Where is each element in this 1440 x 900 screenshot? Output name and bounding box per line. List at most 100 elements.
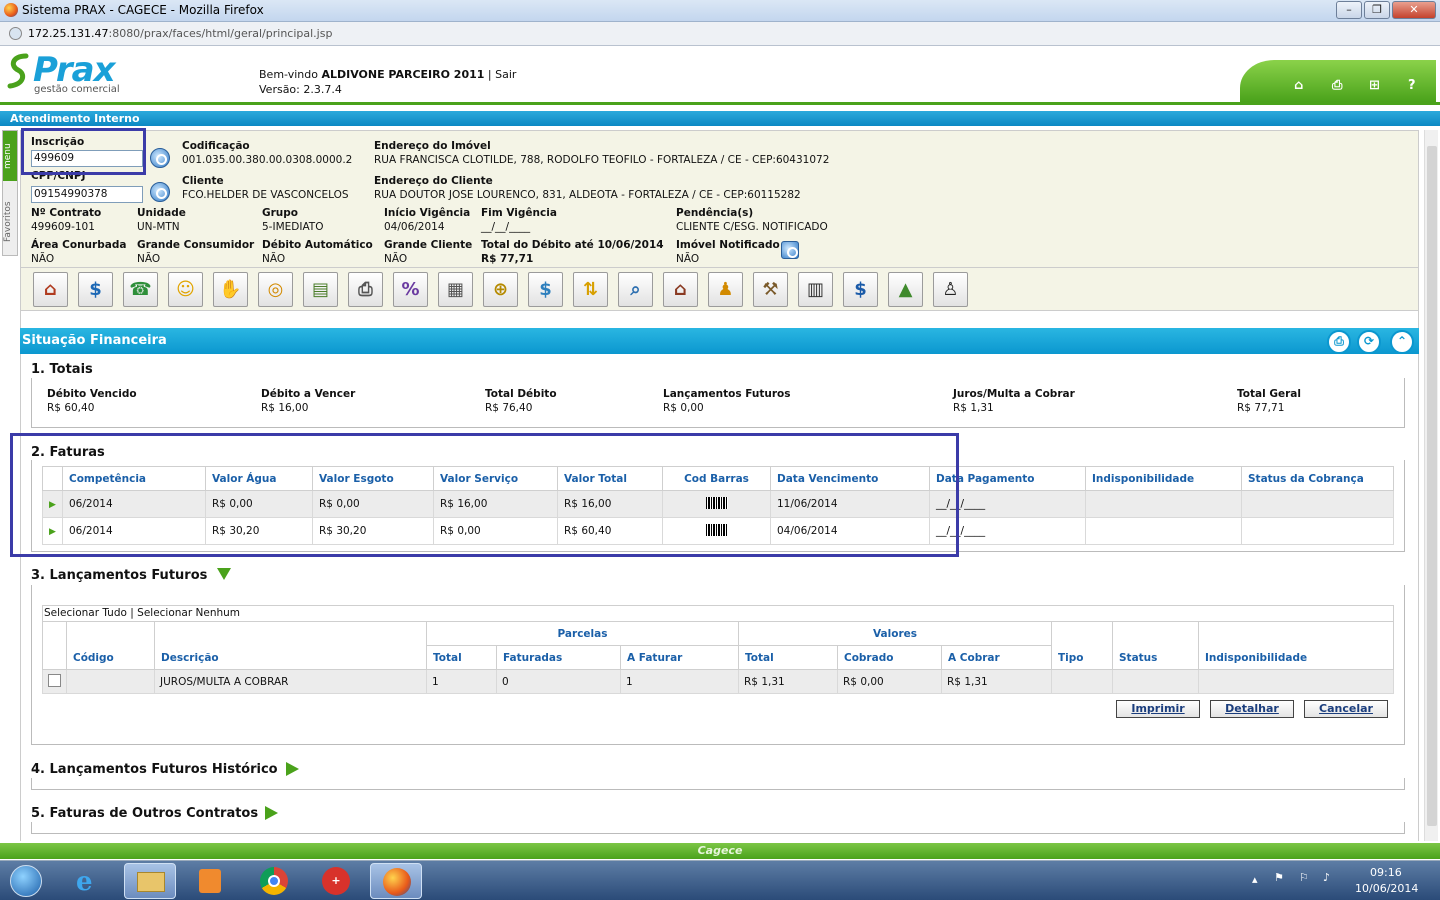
logout-link[interactable]: Sair	[495, 68, 516, 81]
select-all-link[interactable]: Selecionar Tudo	[44, 607, 127, 619]
percent-icon[interactable]: %	[393, 272, 428, 307]
search-inscricao-icon[interactable]	[150, 148, 170, 168]
network-icon[interactable]: ⚑	[1274, 871, 1284, 884]
coins-add-icon[interactable]: ⊕	[483, 272, 518, 307]
select-none-link[interactable]: Selecionar Nenhum	[137, 607, 240, 619]
debito-automatico-label: Débito Automático	[262, 239, 373, 251]
money-bills-icon[interactable]: ▤	[303, 272, 338, 307]
brand-tagline: gestão comercial	[34, 84, 120, 95]
menu-tab[interactable]: menu	[3, 131, 17, 181]
faturas-col-header[interactable]: Indisponibilidade	[1085, 466, 1242, 491]
sitemap-icon[interactable]: ⊞	[1369, 78, 1380, 93]
outros-box	[31, 822, 1405, 834]
cash-register-icon[interactable]: ⎙	[348, 272, 383, 307]
totais-value: R$ 16,00	[261, 402, 309, 414]
home-icon[interactable]: ⌂	[1294, 78, 1303, 93]
hand-money-icon[interactable]: ✋	[213, 272, 248, 307]
collapse-icon[interactable]: ⌃	[1390, 330, 1414, 354]
lancamentos-table: Código Descrição Parcelas Valores Tipo S…	[42, 621, 1394, 694]
transfer-arrows-icon[interactable]: ⇅	[573, 272, 608, 307]
clock-date: 10/06/2014	[1355, 882, 1419, 895]
internet-explorer-icon[interactable]: e	[64, 863, 116, 899]
lancamentos-body: JUROS/MULTA A COBRAR 1 0 1 R$ 1,31 R$ 0,00 R$ …	[42, 669, 1394, 694]
globe-icon	[9, 27, 22, 40]
house-icon[interactable]: ⌂	[33, 272, 68, 307]
imprimir-button[interactable]: Imprimir	[1116, 700, 1200, 718]
restore-button[interactable]: ❐	[1364, 1, 1390, 19]
chart-money-icon[interactable]: ▲	[888, 272, 923, 307]
calculator-money-icon[interactable]: ▥	[798, 272, 833, 307]
print-icon[interactable]: ⎙	[1327, 330, 1351, 354]
start-button-icon[interactable]	[2, 863, 52, 899]
vertical-scrollbar[interactable]	[1424, 130, 1438, 841]
side-tabs: menu Favoritos	[2, 130, 18, 256]
faturas-col-header[interactable]: Status da Cobrança	[1241, 466, 1394, 491]
help-icon[interactable]: ?	[1408, 78, 1416, 93]
col-codigo: Código	[66, 621, 155, 670]
lancamento-row[interactable]: JUROS/MULTA A COBRAR 1 0 1 R$ 1,31 R$ 0,00 R$ …	[42, 669, 1394, 694]
cpf-input[interactable]: 09154990378	[31, 186, 143, 203]
detalhar-button[interactable]: Detalhar	[1210, 700, 1294, 718]
lancamento-cell: 1	[620, 669, 739, 694]
action-toolbar: ⌂ $ ☎ ☺ ✋ ◎ ▤ ⎙% ▦ ⊕ $ ⇅ ⌕ ⌂ ♟ ⚒ ▥ $ ▲ ♙	[20, 268, 1419, 311]
auction-hammer-icon[interactable]: ⚒	[753, 272, 788, 307]
antivirus-icon[interactable]: +	[310, 863, 362, 899]
search-cpf-icon[interactable]	[150, 182, 170, 202]
welcome-prefix: Bem-vindo	[259, 68, 322, 81]
refresh-icon[interactable]: ⟳	[1357, 330, 1381, 354]
file-explorer-icon[interactable]	[124, 863, 176, 899]
historico-title[interactable]: 4. Lançamentos Futuros Histórico	[31, 762, 278, 777]
close-button[interactable]: ✕	[1392, 1, 1436, 19]
col-cobrado: Cobrado	[837, 645, 942, 670]
bank-icon[interactable]: ⌂	[663, 272, 698, 307]
media-player-icon[interactable]	[184, 863, 236, 899]
collapsed-arrow-icon[interactable]	[265, 806, 278, 820]
totais-label: Lançamentos Futuros	[663, 388, 791, 400]
financial-situation-bar: Situação Financeira	[20, 328, 1419, 354]
dollar-icon[interactable]: $	[78, 272, 113, 307]
area-conurbada-label: Área Conurbada	[31, 239, 127, 251]
col-tipo: Tipo	[1051, 621, 1113, 670]
person-money-icon[interactable]: ♙	[933, 272, 968, 307]
smiley-headset-icon[interactable]: ☺	[168, 272, 203, 307]
grande-consumidor-value: NÃO	[137, 253, 161, 265]
firefox-taskbar-icon[interactable]	[370, 863, 422, 899]
endereco-cliente-label: Endereço do Cliente	[374, 175, 493, 187]
chrome-icon[interactable]	[248, 863, 300, 899]
outros-contratos-title[interactable]: 5. Faturas de Outros Contratos	[31, 806, 258, 821]
header-actions: ⌂ ⎙ ⊞ ?	[1240, 60, 1436, 102]
money-bag-icon[interactable]: $	[528, 272, 563, 307]
show-hidden-icons[interactable]: ▴	[1252, 873, 1258, 886]
windows-taskbar: e + ▴ ⚑ ⚐ ♪ 09:16 10/06/2014	[0, 860, 1440, 900]
dollar-badge-icon[interactable]: $	[843, 272, 878, 307]
favorites-tab[interactable]: Favoritos	[3, 187, 17, 257]
notification-detail-icon[interactable]	[781, 241, 799, 259]
welcome-separator: |	[484, 68, 496, 81]
address-bar[interactable]: 172.25.131.47:8080/prax/faces/html/geral…	[0, 22, 1440, 46]
firefox-icon	[4, 3, 18, 17]
col-indisponibilidade: Indisponibilidade	[1198, 621, 1394, 670]
cancelar-button[interactable]: Cancelar	[1304, 700, 1388, 718]
magnifier-document-icon[interactable]: ⌕	[618, 272, 653, 307]
scrollbar-thumb[interactable]	[1427, 146, 1437, 826]
document-list-icon[interactable]: ▦	[438, 272, 473, 307]
expanded-arrow-icon[interactable]	[217, 568, 231, 580]
group-valores: Valores	[738, 621, 1052, 646]
people-icon[interactable]: ♟	[708, 272, 743, 307]
lancamento-cell	[1112, 669, 1199, 694]
url-text[interactable]: 172.25.131.47:8080/prax/faces/html/geral…	[28, 27, 332, 40]
total-debito-label: Total do Débito até 10/06/2014	[481, 239, 664, 251]
phone-icon[interactable]: ☎	[123, 272, 158, 307]
window-titlebar: Sistema PRAX - CAGECE - Mozilla Firefox …	[0, 0, 1440, 22]
collapsed-arrow-icon[interactable]	[286, 762, 299, 776]
minimize-button[interactable]: –	[1336, 1, 1362, 19]
coins-icon[interactable]: ◎	[258, 272, 293, 307]
printer-icon[interactable]: ⎙	[1332, 78, 1342, 93]
col-parcelas-total: Total	[426, 645, 497, 670]
unidade-label: Unidade	[137, 207, 186, 219]
row-checkbox[interactable]	[48, 673, 61, 687]
lancamento-cell: R$ 1,31	[941, 669, 1052, 694]
volume-icon[interactable]: ♪	[1323, 871, 1330, 884]
action-center-icon[interactable]: ⚐	[1299, 871, 1309, 884]
grande-consumidor-label: Grande Consumidor	[137, 239, 255, 251]
